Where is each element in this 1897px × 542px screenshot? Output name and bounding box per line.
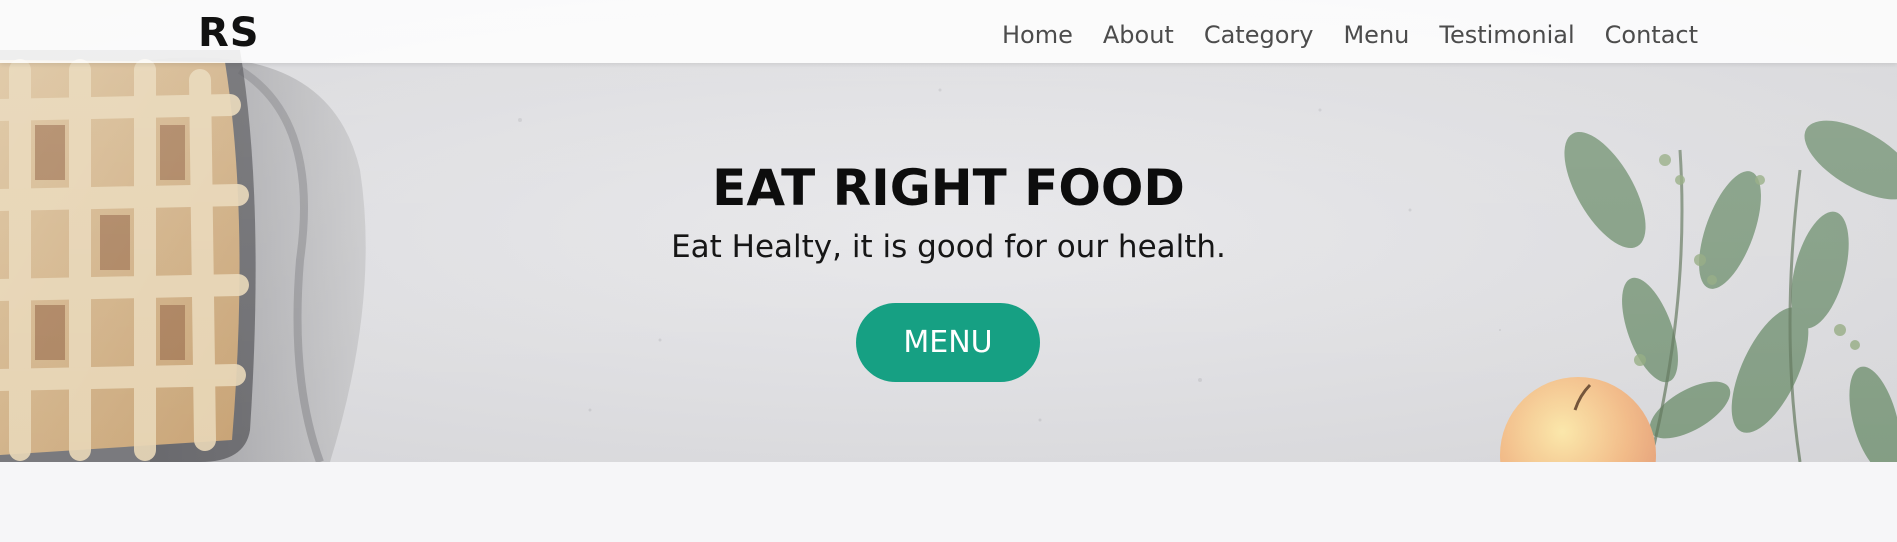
nav-item-home: Home (1002, 18, 1073, 52)
nav-item-contact: Contact (1605, 18, 1698, 52)
hero-content: EAT RIGHT FOOD Eat Healty, it is good fo… (0, 0, 1897, 462)
nav-link-category[interactable]: Category (1204, 21, 1314, 49)
hero-subtitle: Eat Healty, it is good for our health. (671, 229, 1226, 265)
menu-button[interactable]: MENU (856, 303, 1040, 382)
nav-item-testimonial: Testimonial (1439, 18, 1574, 52)
hero-title: EAT RIGHT FOOD (712, 159, 1185, 217)
nav-item-about: About (1103, 18, 1174, 52)
nav-item-category: Category (1204, 18, 1314, 52)
nav-link-home[interactable]: Home (1002, 21, 1073, 49)
nav-item-menu: Menu (1343, 18, 1409, 52)
nav-link-testimonial[interactable]: Testimonial (1439, 21, 1574, 49)
navbar: RS Home About Category Menu Testimonial … (0, 0, 1897, 63)
page: RS Home About Category Menu Testimonial … (0, 0, 1897, 542)
site-logo[interactable]: RS (198, 11, 260, 55)
nav-link-about[interactable]: About (1103, 21, 1174, 49)
nav-menu: Home About Category Menu Testimonial Con… (1002, 18, 1698, 52)
nav-link-menu[interactable]: Menu (1343, 21, 1409, 49)
nav-link-contact[interactable]: Contact (1605, 21, 1698, 49)
